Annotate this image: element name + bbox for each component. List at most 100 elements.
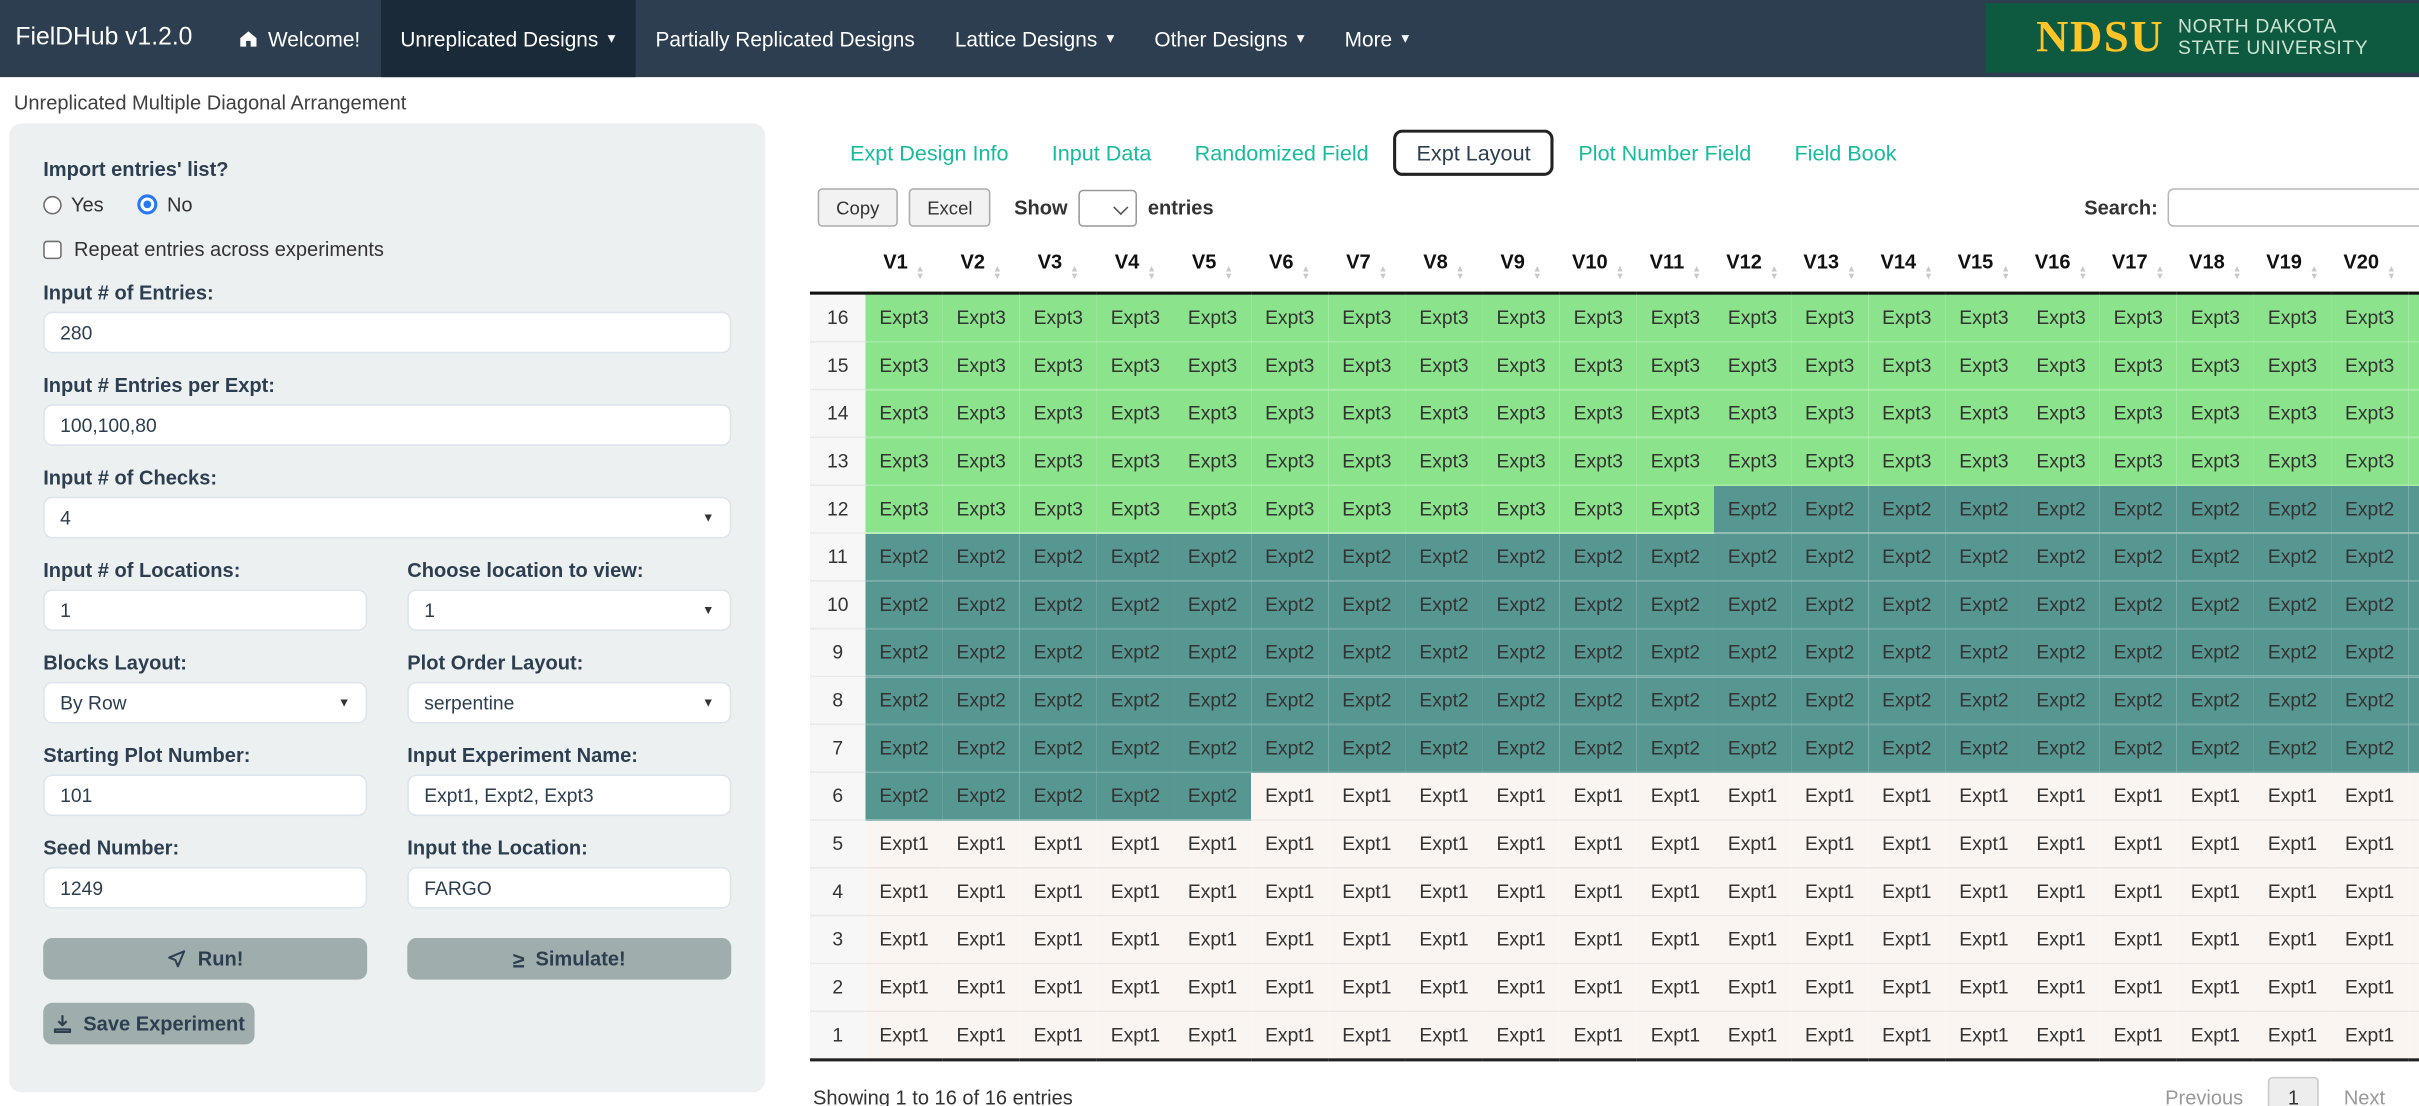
location-view-select[interactable]: 1 ▼	[407, 589, 731, 631]
radio-yes[interactable]: Yes	[43, 193, 104, 216]
entries-input[interactable]	[43, 312, 731, 354]
table-cell: Expt1	[1791, 820, 1868, 868]
radio-no-circle-icon[interactable]	[138, 194, 158, 214]
simulate-button-label: Simulate!	[535, 947, 625, 970]
tab-expt-layout[interactable]: Expt Layout	[1393, 130, 1553, 176]
column-header-v8[interactable]: V8▲▼	[1405, 241, 1482, 293]
row-number-cell: 3	[810, 916, 866, 964]
simulate-button[interactable]: ≥ Simulate!	[407, 938, 731, 980]
seed-input[interactable]	[43, 867, 367, 909]
nav-item-welcome[interactable]: Welcome!	[217, 0, 380, 77]
column-header-v10[interactable]: V10▲▼	[1560, 241, 1637, 293]
column-header-v20[interactable]: V20▲▼	[2331, 241, 2408, 293]
repeat-entries-checkbox[interactable]	[43, 240, 62, 259]
column-header-v14[interactable]: V14▲▼	[1868, 241, 1945, 293]
sort-icon[interactable]: ▲▼	[1224, 267, 1233, 282]
table-cell: Expt1	[2023, 772, 2100, 820]
table-cell: Expt3	[943, 342, 1020, 390]
sort-icon[interactable]: ▲▼	[2155, 267, 2164, 282]
nav-item-unreplicated-designs[interactable]: Unreplicated Designs▾	[380, 0, 635, 77]
sort-icon[interactable]: ▲▼	[1378, 267, 1387, 282]
table-cell: Expt3	[1328, 293, 1405, 342]
sort-icon[interactable]: ▲▼	[1847, 267, 1856, 282]
sort-icon[interactable]: ▲▼	[1692, 267, 1701, 282]
table-cell: Expt1	[2331, 820, 2408, 868]
sort-icon[interactable]: ▲▼	[1924, 267, 1933, 282]
column-header-v13[interactable]: V13▲▼	[1791, 241, 1868, 293]
column-header-v5[interactable]: V5▲▼	[1174, 241, 1251, 293]
sort-icon[interactable]: ▲▼	[2232, 267, 2241, 282]
copy-button[interactable]: Copy	[818, 188, 898, 227]
column-header-v11[interactable]: V11▲▼	[1637, 241, 1714, 293]
nav-item-more[interactable]: More▾	[1325, 0, 1430, 77]
table-cell: Expt2	[1174, 581, 1251, 629]
tab-randomized-field[interactable]: Randomized Field	[1173, 131, 1390, 174]
column-header-v6[interactable]: V6▲▼	[1251, 241, 1328, 293]
column-header-v12[interactable]: V12▲▼	[1714, 241, 1791, 293]
sort-icon[interactable]: ▲▼	[1533, 267, 1542, 282]
nav-item-lattice-designs[interactable]: Lattice Designs▾	[935, 0, 1135, 77]
location-name-input[interactable]	[407, 867, 731, 909]
locations-input[interactable]	[43, 589, 367, 631]
entries-per-expt-input[interactable]	[43, 404, 731, 446]
table-cell: Expt3	[865, 293, 942, 342]
column-header-v19[interactable]: V19▲▼	[2254, 241, 2331, 293]
tab-expt-design-info[interactable]: Expt Design Info	[828, 131, 1030, 174]
sort-icon[interactable]: ▲▼	[2310, 267, 2319, 282]
tab-input-data[interactable]: Input Data	[1030, 131, 1173, 174]
experiment-name-input[interactable]	[407, 774, 731, 816]
excel-button[interactable]: Excel	[909, 188, 991, 227]
radio-yes-circle-icon[interactable]	[43, 195, 62, 214]
sort-icon[interactable]: ▲▼	[916, 267, 925, 282]
column-header-v4[interactable]: V4▲▼	[1097, 241, 1174, 293]
table-cell: Expt2	[1868, 724, 1945, 772]
sort-icon[interactable]: ▲▼	[1615, 267, 1624, 282]
search-input[interactable]	[2167, 188, 2419, 227]
repeat-entries-checkbox-row[interactable]: Repeat entries across experiments	[43, 238, 731, 261]
sort-icon[interactable]: ▲▼	[1770, 267, 1779, 282]
blocks-layout-select[interactable]: By Row ▼	[43, 682, 367, 724]
tab-plot-number-field[interactable]: Plot Number Field	[1557, 131, 1773, 174]
sort-icon[interactable]: ▲▼	[993, 267, 1002, 282]
column-header-v16[interactable]: V16▲▼	[2023, 241, 2100, 293]
column-header-v9[interactable]: V9▲▼	[1483, 241, 1560, 293]
table-cell: Expt3	[943, 293, 1020, 342]
entries-per-expt-label: Input # Entries per Expt:	[43, 373, 731, 396]
run-button[interactable]: Run!	[43, 938, 367, 980]
starting-plot-input[interactable]	[43, 774, 367, 816]
column-header-v15[interactable]: V15▲▼	[1945, 241, 2022, 293]
sort-icon[interactable]: ▲▼	[2078, 267, 2087, 282]
table-cell: Expt2	[1405, 629, 1482, 677]
sort-icon[interactable]: ▲▼	[1301, 267, 1310, 282]
column-header-v7[interactable]: V7▲▼	[1328, 241, 1405, 293]
table-cell: Expt2	[1945, 676, 2022, 724]
plot-order-select[interactable]: serpentine ▼	[407, 682, 731, 724]
sort-icon[interactable]: ▲▼	[2001, 267, 2010, 282]
table-cell: Expt2	[865, 581, 942, 629]
radio-no[interactable]: No	[138, 193, 193, 216]
previous-page-button[interactable]: Previous	[2150, 1077, 2259, 1106]
sort-icon[interactable]: ▲▼	[1070, 267, 1079, 282]
tab-field-book[interactable]: Field Book	[1773, 131, 1918, 174]
table-cell: Expt2	[1483, 629, 1560, 677]
column-header-v3[interactable]: V3▲▼	[1020, 241, 1097, 293]
table-cell: Expt2	[1174, 533, 1251, 581]
row-number-cell: 6	[810, 772, 866, 820]
page-1-button[interactable]: 1	[2268, 1077, 2319, 1106]
table-cell: Expt1	[1868, 868, 1945, 916]
sort-icon[interactable]: ▲▼	[1456, 267, 1465, 282]
checks-select[interactable]: 4 ▼	[43, 497, 731, 539]
sort-icon[interactable]: ▲▼	[2387, 267, 2396, 282]
show-entries-select[interactable]	[1078, 189, 1137, 226]
column-header-v1[interactable]: V1▲▼	[865, 241, 942, 293]
nav-item-other-designs[interactable]: Other Designs▾	[1134, 0, 1324, 77]
column-header-v18[interactable]: V18▲▼	[2177, 241, 2254, 293]
save-experiment-button[interactable]: Save Experiment	[43, 1003, 254, 1045]
table-cell: Expt1	[1560, 963, 1637, 1011]
next-page-button[interactable]: Next	[2328, 1077, 2400, 1106]
table-cell: Expt2	[2177, 533, 2254, 581]
column-header-v17[interactable]: V17▲▼	[2100, 241, 2177, 293]
sort-icon[interactable]: ▲▼	[1147, 267, 1156, 282]
nav-item-partially-replicated-designs[interactable]: Partially Replicated Designs	[635, 0, 934, 77]
column-header-v2[interactable]: V2▲▼	[943, 241, 1020, 293]
